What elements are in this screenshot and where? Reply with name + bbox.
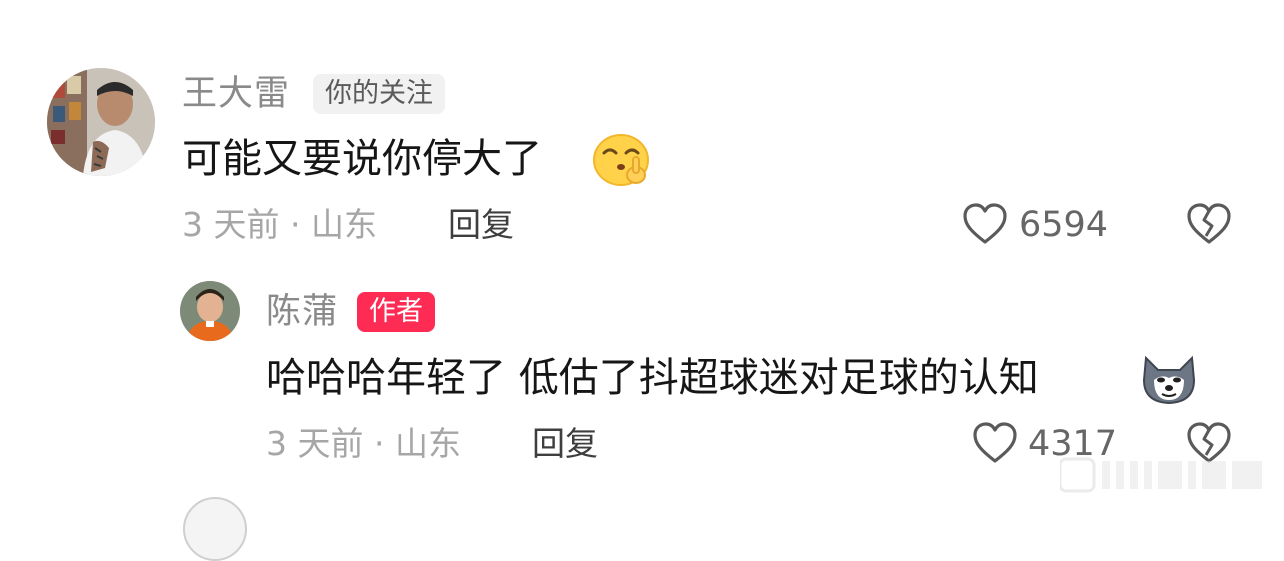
avatar[interactable] [183,497,247,561]
heart-icon[interactable] [962,202,1008,246]
reply-button[interactable]: 回复 [448,205,514,245]
like-count: 6594 [1019,205,1109,245]
time-location: 3 天前 · 山东 [182,205,377,244]
comment-list: 王大雷 你的关注 可能又要说你停大了 3 天前 · 山东 回复 6594 陈蒲 … [0,0,1284,561]
broken-heart-icon[interactable] [1186,202,1232,246]
avatar[interactable] [180,281,240,341]
following-badge: 你的关注 [313,74,445,114]
username[interactable]: 王大雷 [182,74,290,114]
comment-text: 哈哈哈年轻了 低估了抖超球迷对足球的认知 [266,355,1039,401]
heart-icon[interactable] [972,421,1018,465]
doge-emoji [1140,350,1198,406]
avatar[interactable] [47,68,155,176]
time-location: 3 天前 · 山东 [266,424,461,463]
username[interactable]: 陈蒲 [266,292,338,332]
reply-button[interactable]: 回复 [532,424,598,464]
shushing-face-emoji [592,133,650,187]
watermark-icon [1060,455,1265,495]
author-badge: 作者 [357,292,435,332]
comment-text: 可能又要说你停大了 [182,136,542,182]
